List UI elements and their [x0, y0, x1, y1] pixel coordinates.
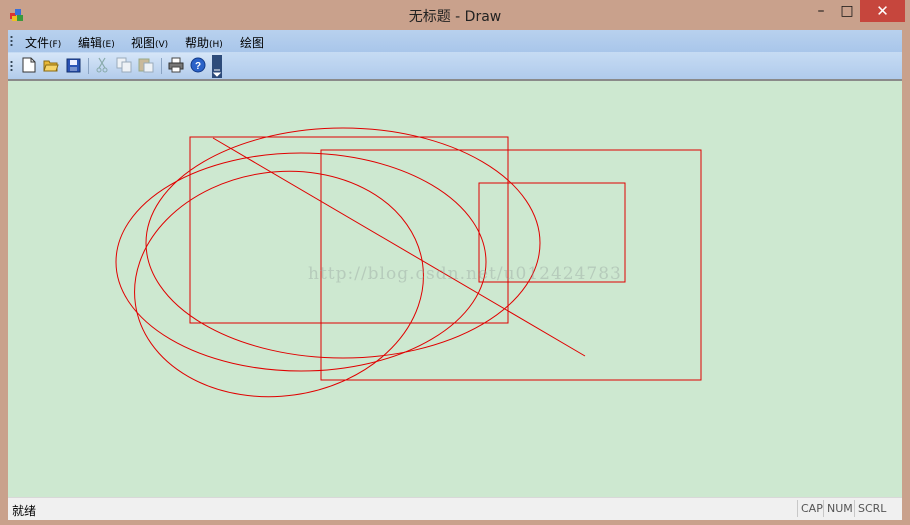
window-title: 无标题 - Draw — [408, 9, 502, 25]
toolbar-separator — [88, 58, 89, 74]
menu-draw[interactable]: 绘图 — [240, 34, 264, 51]
drawing-canvas[interactable]: http://blog.csdn.net/u012424783 — [8, 79, 902, 497]
menu-bar: 文件(F) 编辑(E) 视图(V) 帮助(H) 绘图 — [8, 30, 902, 52]
scroll-lock-indicator: SCRL — [854, 500, 888, 517]
minimize-button[interactable]: – — [808, 0, 834, 22]
watermark-text: http://blog.csdn.net/u012424783 — [308, 264, 622, 284]
toolbar-overflow-chevron-icon[interactable] — [212, 55, 222, 78]
title-bar[interactable]: 无标题 - Draw – □ ✕ — [0, 0, 910, 30]
caps-lock-indicator: CAP — [797, 500, 825, 517]
save-icon[interactable] — [65, 57, 81, 73]
toolbar-row: ? — [8, 52, 902, 79]
maximize-button[interactable]: □ — [834, 0, 860, 22]
open-folder-icon[interactable] — [43, 57, 59, 73]
toolbar-grip-icon[interactable] — [10, 60, 13, 72]
status-bar: 就绪 CAP NUM SCRL — [8, 497, 902, 520]
rectangle-shape[interactable] — [189, 136, 509, 324]
print-icon[interactable] — [168, 57, 184, 73]
close-button[interactable]: ✕ — [860, 0, 905, 22]
standard-toolbar: ? — [8, 53, 222, 78]
drawing-surface[interactable] — [8, 81, 902, 497]
cut-icon[interactable] — [94, 57, 110, 73]
menu-help[interactable]: 帮助(H) — [185, 34, 223, 51]
ellipse-shape[interactable] — [120, 153, 438, 415]
status-text: 就绪 — [12, 504, 37, 518]
menu-view[interactable]: 视图(V) — [131, 34, 168, 51]
paste-icon[interactable] — [138, 57, 154, 73]
help-icon[interactable]: ? — [190, 57, 206, 73]
app-window: 无标题 - Draw – □ ✕ 文件(F) 编辑(E) 视图(V) 帮助(H)… — [0, 0, 910, 525]
num-lock-indicator: NUM — [823, 500, 855, 517]
menubar-grip-icon[interactable] — [10, 35, 13, 47]
new-file-icon[interactable] — [21, 57, 37, 73]
menu-file[interactable]: 文件(F) — [25, 34, 61, 51]
menu-edit[interactable]: 编辑(E) — [78, 34, 115, 51]
svg-text:?: ? — [195, 61, 201, 72]
copy-icon[interactable] — [116, 57, 132, 73]
toolbar-separator — [161, 58, 162, 74]
